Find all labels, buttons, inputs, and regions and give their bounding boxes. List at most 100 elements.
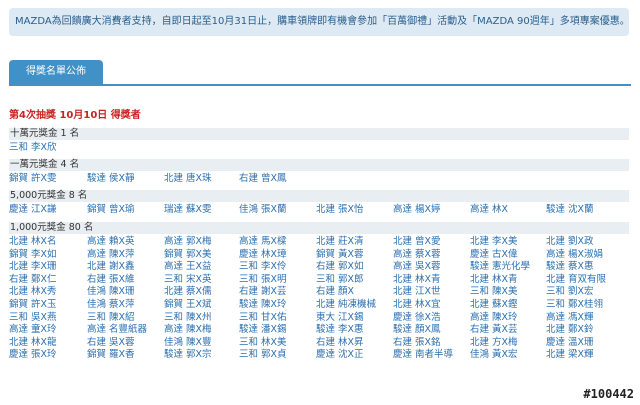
winner-row: 慶達 張X玲 錦賀 羅X香 駿達 郭X宗 三和 郭X貞 慶達 沈X正 慶達 南者半導 佳鴻 … [9, 349, 634, 361]
winner-name: 三和 李X伶 [239, 261, 287, 273]
winner-name: 北建 李X珊 [9, 261, 57, 273]
winner-name: 駿達 潘X錫 [239, 324, 287, 336]
watermark: #100442 [583, 387, 634, 401]
winner-row: 北建 林X秀 佳鴻 陳X珊 北建 蔡X儒 右建 謝X芸 右建 顏X 北建 江X世 三和 陳X… [9, 286, 634, 298]
winner-name: 北建 方X梅 [470, 336, 518, 348]
winner-name: 瑞達 蘇X雯 [164, 204, 212, 215]
winner-name: 駿達 顏X鳳 [393, 324, 441, 336]
winner-name: 高達 郭X梅 [164, 236, 212, 247]
winner-name: 北建 江X世 [393, 286, 441, 298]
winner-name: 右建 顏X [316, 286, 355, 298]
winner-name: 高達 馬X樑 [239, 236, 287, 247]
winner-name: 三和 陳X紹 [87, 311, 135, 323]
winner-name: 錦賀 曾X瑜 [87, 204, 135, 215]
winner-row: 北建 林X名 高達 賴X英 高達 郭X梅 高達 馬X樑 北建 莊X清 北建 曾X愛 北建 李… [9, 236, 634, 248]
winner-name: 高達 陳X玲 [470, 311, 518, 323]
winner-row: 北建 林X龍 右建 吳X蓉 佳鴻 陳X豐 三和 林X美 右建 林X昇 右建 張X銘 北建 方… [9, 337, 634, 349]
winner-name: 北建 林X名 [9, 236, 57, 247]
winner-name: 北建 蘇X鏗 [470, 299, 518, 310]
winner-name: 北建 鄭X鈴 [546, 324, 594, 336]
tab-winner-list[interactable]: 得獎名單公佈 [9, 60, 103, 84]
winner-name: 慶達 沈X正 [316, 349, 364, 361]
winner-name: 北建 純凍機械 [316, 299, 377, 310]
winner-name: 三和 宋X英 [164, 273, 212, 285]
winner-name: 北建 李X美 [470, 236, 518, 247]
winner-row: 慶達 江X謙 錦賀 曾X瑜 瑞達 蘇X雯 佳鴻 張X蘭 北建 張X怡 高達 楊X婷 高達 林… [9, 204, 634, 216]
winner-name: 北建 劉X政 [546, 236, 594, 247]
winner-name: 北建 張X怡 [316, 204, 364, 215]
winner-name: 北建 林X宜 [393, 299, 441, 310]
winner-name: 高達 楊X婷 [393, 204, 441, 215]
winner-name: 駿達 沈X蘭 [546, 204, 594, 215]
winner-name: 右建 謝X芸 [239, 286, 287, 298]
winner-row: 錦賀 李X如 高達 陳X萍 錦賀 郭X美 慶達 林X璋 錦賀 黃X蓉 高達 蔡X蓉 慶達 古… [9, 249, 634, 261]
winner-name: 錦賀 許X雯 [9, 173, 57, 184]
winner-name: 三和 林X美 [239, 336, 287, 348]
winner-name: 錦賀 王X斌 [164, 299, 212, 310]
winner-name: 北建 梁X輝 [546, 349, 594, 361]
winner-name: 佳鴻 陳X豐 [164, 336, 212, 348]
winner-name: 右建 吳X蓉 [87, 336, 135, 348]
winner-row: 北建 李X珊 北建 謝X鑫 高達 王X益 三和 李X伶 右建 郭X如 高達 吳X蓉 駿達 憲… [9, 261, 634, 273]
winner-name: 右建 鄭X仁 [9, 273, 57, 285]
winner-name: 三和 郭X郎 [316, 273, 364, 285]
winner-name: 右建 張X銘 [393, 336, 441, 348]
winner-row: 三和 吳X燕 三和 陳X紹 三和 陳X州 三和 甘X佑 東大 江X錫 慶達 徐X浩 高達 陳… [9, 312, 634, 324]
winner-row: 錦賀 許X雯 駿達 侯X靜 北建 唐X珠 右建 曾X鳳 [9, 173, 634, 185]
winner-name: 北建 林X青 [470, 273, 518, 285]
winner-name: 北建 莊X清 [316, 236, 364, 247]
winner-name: 高達 林X [470, 204, 509, 215]
winner-name: 三和 鄭X桂翎 [546, 299, 604, 310]
winner-name: 高達 賴X英 [87, 236, 135, 247]
winner-name: 右建 林X昇 [316, 336, 364, 348]
winner-name: 北建 育双有限 [546, 273, 607, 285]
winner-name: 佳鴻 黃X宏 [470, 349, 518, 361]
winner-row: 錦賀 許X玉 佳鴻 蔡X萍 錦賀 王X斌 駿達 陳X玲 北建 純凍機械 北建 林X宜 北建 … [9, 299, 634, 311]
winner-row: 高達 童X玲 高達 名豐紙器 高達 陳X梅 駿達 潘X錫 駿達 李X惠 駿達 顏X鳳 右建 … [9, 324, 634, 336]
winner-name: 慶達 江X謙 [9, 204, 57, 215]
winner-name: 高達 吳X蓉 [393, 261, 441, 273]
winner-name: 三和 陳X州 [164, 311, 212, 323]
winner-name: 佳鴻 陳X珊 [87, 286, 135, 298]
winner-name: 駿達 侯X靜 [87, 173, 135, 184]
winner-name: 佳鴻 蔡X萍 [87, 299, 135, 310]
winner-name: 高達 馮X輝 [546, 311, 594, 323]
winner-name: 慶達 徐X浩 [393, 311, 441, 323]
winner-name: 駿達 蔡X惠 [546, 261, 594, 273]
winner-row: 三和 李X欣 [9, 142, 634, 154]
winner-name: 駿達 李X惠 [316, 324, 364, 336]
promo-notice: MAZDA為回饋廣大消費者支持，自即日起至10月31日止，購車領牌即有機會參加「… [9, 8, 629, 36]
winner-name: 右建 黃X芸 [470, 324, 518, 336]
winner-name: 高達 王X益 [164, 261, 212, 273]
winner-name: 慶達 古X偉 [470, 248, 518, 260]
winner-name: 高達 陳X萍 [87, 248, 135, 260]
winner-name: 北建 謝X鑫 [87, 261, 135, 273]
winner-name: 三和 吳X燕 [9, 311, 57, 323]
winner-name: 北建 林X青 [393, 273, 441, 285]
winner-name: 北建 林X秀 [9, 286, 57, 298]
winner-name: 駿達 憲光化學 [470, 261, 531, 273]
winner-name: 高達 蔡X蓉 [393, 248, 441, 260]
winner-name: 高達 名豐紙器 [87, 324, 148, 336]
winner-name: 北建 唐X珠 [164, 173, 212, 184]
winner-name: 高達 童X玲 [9, 324, 57, 336]
tab-bar: 得獎名單公佈 [9, 60, 631, 86]
winner-name: 三和 劉X宏 [546, 286, 594, 298]
prize-header: 1,000元獎金 80 名 [9, 222, 629, 234]
winner-name: 三和 李X欣 [9, 142, 57, 153]
winner-name: 駿達 陳X玲 [239, 299, 287, 310]
winner-name: 高達 陳X梅 [164, 324, 212, 336]
winner-name: 右建 郭X如 [316, 261, 364, 273]
winner-name: 三和 郭X貞 [239, 349, 287, 361]
winner-name: 錦賀 黃X蓉 [316, 248, 364, 260]
draw-title: 第4次抽獎 10月10日 得獎者 [9, 110, 141, 121]
winner-name: 慶達 張X玲 [9, 349, 57, 361]
winner-name: 高達 楊X淑娟 [546, 248, 604, 260]
winner-name: 右建 曾X鳳 [239, 173, 287, 184]
winner-name: 佳鴻 張X蘭 [239, 204, 287, 215]
winner-name: 錦賀 李X如 [9, 248, 57, 260]
prize-header: 5,000元獎金 8 名 [9, 190, 629, 202]
winner-name: 東大 江X錫 [316, 311, 364, 323]
prize-header: 一萬元獎金 4 名 [9, 159, 629, 171]
winner-name: 北建 曾X愛 [393, 236, 441, 247]
